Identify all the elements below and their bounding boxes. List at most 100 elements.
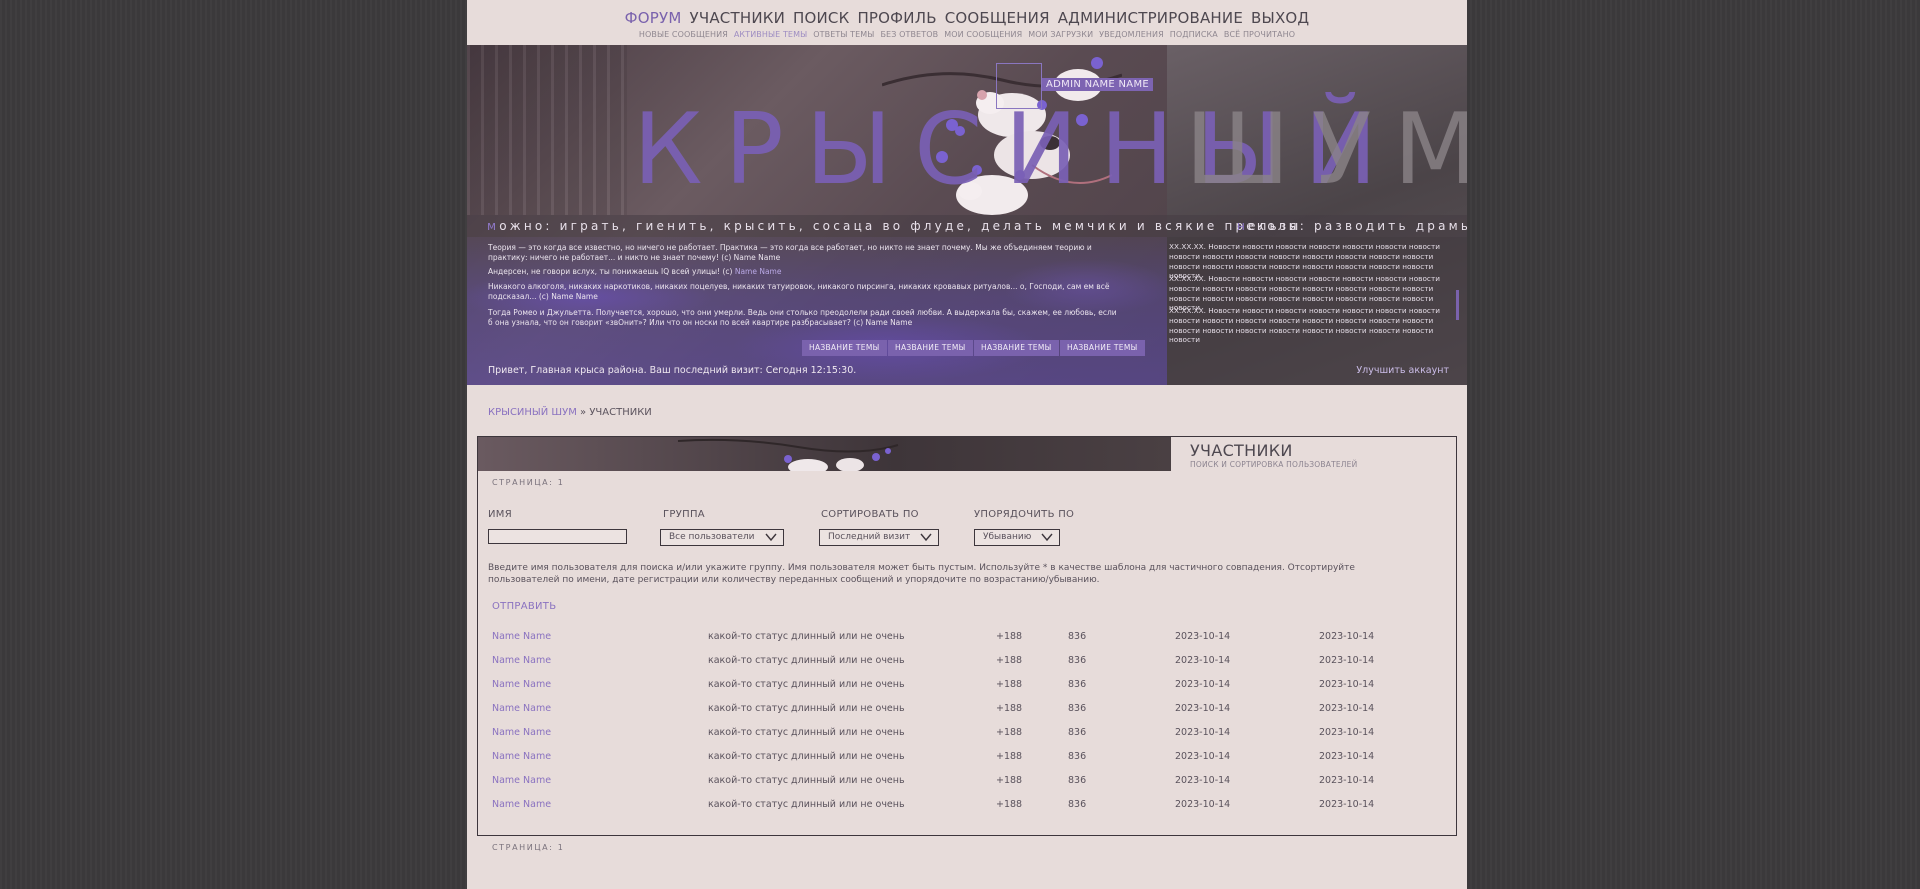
member-posts: 836 bbox=[1068, 655, 1087, 666]
member-name-link[interactable]: Name Name bbox=[492, 727, 551, 738]
member-reputation: +188 bbox=[996, 655, 1023, 666]
nav-logout[interactable]: ВЫХОД bbox=[1251, 9, 1309, 27]
quote-3: Никакого алкоголя, никаких наркотиков, н… bbox=[488, 282, 1110, 301]
subnav-notifications[interactable]: УВЕДОМЛЕНИЯ bbox=[1099, 30, 1164, 39]
member-status: какой-то статус длинный или не очень bbox=[708, 751, 905, 762]
panel-subtitle: ПОИСК И СОРТИРОВКА ПОЛЬЗОВАТЕЛЕЙ bbox=[1190, 460, 1358, 469]
order-select[interactable]: Убыванию bbox=[974, 529, 1060, 546]
improve-account-link[interactable]: Улучшить аккаунт bbox=[1356, 365, 1449, 376]
member-reputation: +188 bbox=[996, 751, 1023, 762]
submit-button[interactable]: ОТПРАВИТЬ bbox=[492, 601, 556, 612]
member-status: какой-то статус длинный или не очень bbox=[708, 655, 905, 666]
member-registered: 2023-10-14 bbox=[1175, 631, 1231, 642]
tagline-cannot: ельзя: разводить драмы bbox=[1248, 219, 1467, 233]
member-registered: 2023-10-14 bbox=[1175, 727, 1231, 738]
member-registered: 2023-10-14 bbox=[1175, 775, 1231, 786]
topic-button[interactable]: НАЗВАНИЕ ТЕМЫ bbox=[888, 340, 973, 356]
nav-profile[interactable]: ПРОФИЛЬ bbox=[857, 9, 936, 27]
breadcrumb: КРЫСИНЫЙ ШУМ » УЧАСТНИКИ bbox=[488, 407, 652, 418]
member-registered: 2023-10-14 bbox=[1175, 655, 1231, 666]
subnav-mark-read[interactable]: ВСЁ ПРОЧИТАНО bbox=[1224, 30, 1295, 39]
order-select-value: Убыванию bbox=[983, 532, 1032, 542]
quote-2-author[interactable]: Name Name bbox=[735, 267, 782, 276]
pagination-bottom: СТРАНИЦА: 1 bbox=[492, 843, 565, 852]
quote-2-text: Андерсен, не говори вслух, ты понижаешь … bbox=[488, 267, 735, 276]
group-select[interactable]: Все пользователи bbox=[660, 529, 784, 546]
member-reputation: +188 bbox=[996, 799, 1023, 810]
breadcrumb-home[interactable]: КРЫСИНЫЙ ШУМ bbox=[488, 407, 577, 418]
member-last-visit: 2023-10-14 bbox=[1319, 631, 1375, 642]
member-status: какой-то статус длинный или не очень bbox=[708, 727, 905, 738]
subnav-subscriptions[interactable]: ПОДПИСКА bbox=[1170, 30, 1218, 39]
admin-avatar[interactable] bbox=[996, 63, 1042, 109]
forum-page: ФОРУМ УЧАСТНИКИ ПОИСК ПРОФИЛЬ СООБЩЕНИЯ АДМИН… bbox=[467, 0, 1467, 889]
username-input[interactable] bbox=[488, 529, 627, 544]
banner-streaks bbox=[467, 45, 627, 215]
rules-tagline: можно: играть, гиенить, крысить, сосаца … bbox=[467, 215, 1467, 237]
subnav-my-uploads[interactable]: МОИ ЗАГРУЗКИ bbox=[1028, 30, 1093, 39]
member-name-link[interactable]: Name Name bbox=[492, 751, 551, 762]
panel-title: УЧАСТНИКИ bbox=[1190, 441, 1293, 460]
admin-name-label[interactable]: ADMIN NAME NAME bbox=[1042, 78, 1153, 91]
subnav-unanswered[interactable]: БЕЗ ОТВЕТОВ bbox=[880, 30, 938, 39]
pagination-top: СТРАНИЦА: 1 bbox=[492, 478, 565, 487]
member-registered: 2023-10-14 bbox=[1175, 799, 1231, 810]
order-label: УПОРЯДОЧИТЬ ПО bbox=[974, 509, 1075, 520]
topic-button[interactable]: НАЗВАНИЕ ТЕМЫ bbox=[802, 340, 887, 356]
group-label: ГРУППА bbox=[663, 509, 705, 520]
subnav-active-topics[interactable]: АКТИВНЫЕ ТЕМЫ bbox=[734, 30, 807, 39]
topic-button[interactable]: НАЗВАНИЕ ТЕМЫ bbox=[1060, 340, 1145, 356]
member-registered: 2023-10-14 bbox=[1175, 751, 1231, 762]
member-posts: 836 bbox=[1068, 775, 1087, 786]
group-select-value: Все пользователи bbox=[669, 532, 755, 542]
panel-header-image bbox=[478, 437, 1171, 471]
member-last-visit: 2023-10-14 bbox=[1319, 751, 1375, 762]
subnav-my-posts[interactable]: МОИ СООБЩЕНИЯ bbox=[944, 30, 1022, 39]
member-registered: 2023-10-14 bbox=[1175, 679, 1231, 690]
table-row: Name Name какой-то статус длинный или не … bbox=[478, 727, 1456, 751]
subnav-new-posts[interactable]: НОВЫЕ СООБЩЕНИЯ bbox=[639, 30, 728, 39]
nav-members[interactable]: УЧАСТНИКИ bbox=[690, 9, 786, 27]
topic-button[interactable]: НАЗВАНИЕ ТЕМЫ bbox=[974, 340, 1059, 356]
table-row: Name Name какой-то статус длинный или не … bbox=[478, 679, 1456, 703]
members-panel: УЧАСТНИКИ ПОИСК И СОРТИРОВКА ПОЛЬЗОВАТЕЛ… bbox=[477, 436, 1457, 852]
tagline-can: ожно: играть, гиенить, крысить, сосаца в… bbox=[499, 219, 1302, 233]
header-banner: КРЫСИНЫЙ ШУМ ADMIN NAME NAME можно: игра… bbox=[467, 45, 1467, 385]
nav-admin[interactable]: АДМИНИСТРИРОВАНИЕ bbox=[1058, 9, 1243, 27]
member-posts: 836 bbox=[1068, 799, 1087, 810]
member-name-link[interactable]: Name Name bbox=[492, 679, 551, 690]
chevron-down-icon bbox=[920, 533, 932, 542]
table-row: Name Name какой-то статус длинный или не … bbox=[478, 751, 1456, 775]
sort-label: СОРТИРОВАТЬ ПО bbox=[821, 509, 919, 520]
news-scrollbar[interactable] bbox=[1456, 290, 1459, 320]
sort-select[interactable]: Последний визит bbox=[819, 529, 939, 546]
panel-header-art bbox=[677, 438, 899, 471]
banner-title-word2: ШУМ bbox=[1185, 93, 1467, 207]
nav-search[interactable]: ПОИСК bbox=[793, 9, 849, 27]
member-last-visit: 2023-10-14 bbox=[1319, 679, 1375, 690]
tagline-cannot-initial: н bbox=[1237, 219, 1249, 233]
member-last-visit: 2023-10-14 bbox=[1319, 703, 1375, 714]
chevron-down-icon bbox=[765, 533, 777, 542]
member-name-link[interactable]: Name Name bbox=[492, 703, 551, 714]
member-reputation: +188 bbox=[996, 727, 1023, 738]
member-name-link[interactable]: Name Name bbox=[492, 631, 551, 642]
member-posts: 836 bbox=[1068, 751, 1087, 762]
member-posts: 836 bbox=[1068, 727, 1087, 738]
breadcrumb-current: УЧАСТНИКИ bbox=[589, 407, 652, 418]
member-name-link[interactable]: Name Name bbox=[492, 799, 551, 810]
member-reputation: +188 bbox=[996, 775, 1023, 786]
nav-forum[interactable]: ФОРУМ bbox=[625, 9, 682, 27]
sort-select-value: Последний визит bbox=[828, 532, 911, 542]
quote-4: Тогда Ромео и Джульетта. Получается, хор… bbox=[488, 308, 1117, 327]
subnav-replies[interactable]: ОТВЕТЫ ТЕМЫ bbox=[813, 30, 874, 39]
table-row: Name Name какой-то статус длинный или не … bbox=[478, 655, 1456, 679]
member-name-link[interactable]: Name Name bbox=[492, 775, 551, 786]
member-last-visit: 2023-10-14 bbox=[1319, 655, 1375, 666]
member-reputation: +188 bbox=[996, 703, 1023, 714]
member-status: какой-то статус длинный или не очень bbox=[708, 631, 905, 642]
member-posts: 836 bbox=[1068, 703, 1087, 714]
member-name-link[interactable]: Name Name bbox=[492, 655, 551, 666]
member-status: какой-то статус длинный или не очень bbox=[708, 703, 905, 714]
nav-messages[interactable]: СООБЩЕНИЯ bbox=[945, 9, 1050, 27]
